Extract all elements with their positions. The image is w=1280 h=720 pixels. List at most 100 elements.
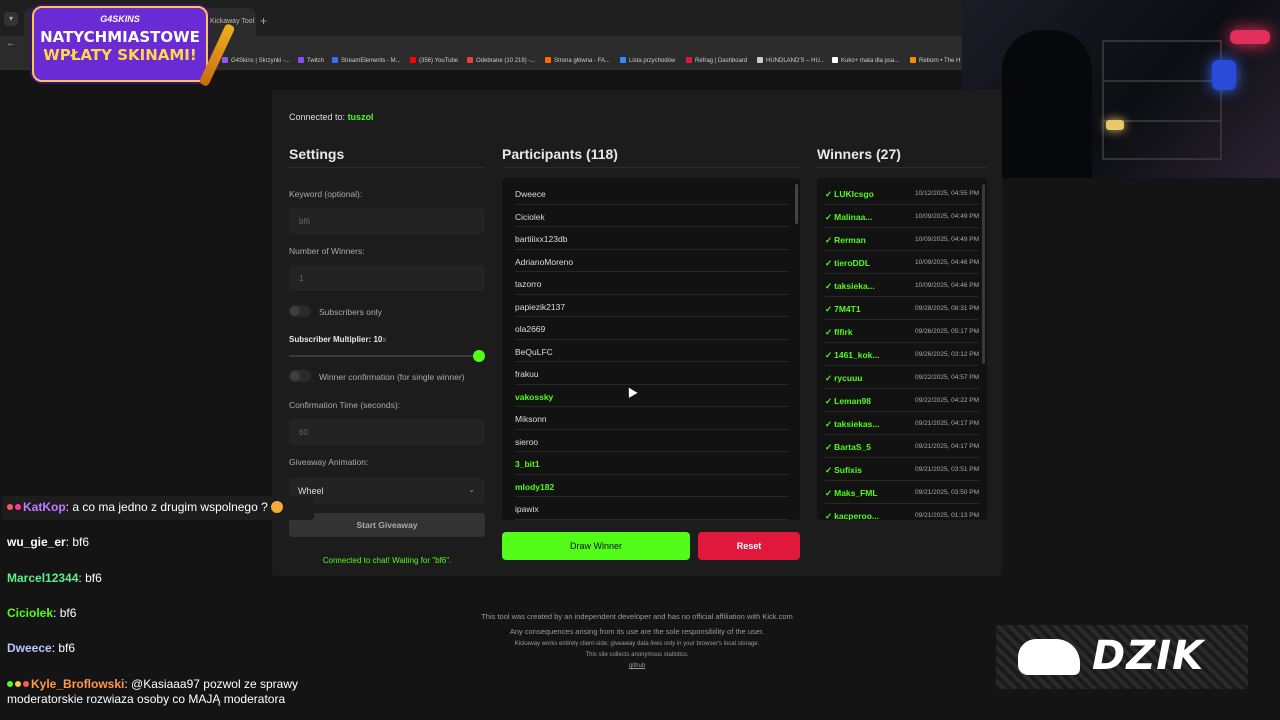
scrollbar[interactable] (982, 184, 985, 364)
winner-date: 09/21/2025, 04:17 PM (915, 443, 979, 450)
bookmark-item[interactable]: Kuko+ mata dla psa... (832, 57, 899, 64)
bookmark-favicon-icon (910, 57, 916, 63)
check-icon: ✓ (825, 442, 833, 452)
chat-username[interactable]: wu_gie_er (7, 535, 66, 549)
winner-name: ✓ kacperoo... (825, 511, 883, 520)
winners-count-input[interactable]: 1 (289, 265, 485, 291)
footer-responsibility: Any consequences arising from its use ar… (509, 627, 765, 636)
chat-username[interactable]: Ciciolek (7, 606, 53, 620)
participant-row: tazorro (515, 272, 789, 295)
chat-text: a co ma jedno z drugim wspolnego ? (72, 500, 268, 514)
draw-winner-button[interactable]: Draw Winner (502, 532, 690, 560)
winner-date: 10/09/2025, 04:49 PM (915, 236, 979, 243)
bookmark-label: Kuko+ mata dla psa... (841, 58, 900, 64)
winner-name-text: kacperoo... (834, 511, 880, 520)
winner-name: ✓ LUKIcsgo (825, 189, 883, 200)
multiplier-text: Subscriber Multiplier: 10 (289, 335, 383, 344)
bookmark-item[interactable]: Reborn • The H (910, 57, 960, 64)
winner-row: ✓ rycuuu 09/22/2025, 04:57 PM (825, 366, 979, 389)
bookmark-item[interactable]: Twitch (298, 57, 324, 64)
chat-badge-icon (7, 504, 13, 510)
winner-name: ✓ taksieka... (825, 281, 883, 292)
neon-light (1230, 30, 1270, 44)
check-icon: ✓ (825, 281, 833, 291)
winner-name: ✓ 7M4T1 (825, 304, 883, 315)
bookmark-item[interactable]: StreamElements - M... (332, 57, 401, 64)
chat-message: Marcel12344: bf6 (7, 571, 102, 585)
scrollbar[interactable] (795, 184, 798, 224)
winner-date: 09/21/2025, 03:50 PM (915, 489, 979, 496)
settings-title: Settings (289, 146, 345, 162)
confirmation-time-input[interactable]: 60 (289, 419, 485, 445)
winner-name-text: Maks_FML (834, 488, 878, 498)
divider (289, 167, 485, 168)
animation-value: Wheel (298, 486, 324, 496)
animation-select[interactable]: Wheel ⌄ (289, 478, 485, 504)
chat-message: KatKop: a co ma jedno z drugim wspolnego… (7, 500, 283, 514)
subscribers-only-label: Subscribers only (319, 307, 382, 317)
dzik-logo: DZIK (996, 625, 1248, 689)
new-tab-icon[interactable]: + (260, 14, 267, 28)
winner-date: 10/12/2025, 04:55 PM (915, 190, 979, 197)
tab-menu-icon[interactable]: ▾ (4, 12, 18, 26)
bookmark-favicon-icon (757, 57, 763, 63)
winner-name-text: 1461_kok... (834, 350, 880, 360)
confirmation-time-label: Confirmation Time (seconds): (289, 400, 401, 410)
winner-confirmation-toggle[interactable] (289, 370, 311, 382)
bookmark-item[interactable]: G4Skins | Skrzynki -... (222, 57, 290, 64)
check-icon: ✓ (825, 396, 833, 406)
bookmark-item[interactable]: Lista przychodów (620, 57, 675, 64)
bookmark-label: Refrag | Dashboard (695, 58, 748, 64)
participant-row: BeQuLFC (515, 340, 789, 362)
multiplier-label: Subscriber Multiplier: 10x (289, 335, 386, 344)
back-arrow-icon[interactable]: ← (6, 38, 16, 49)
chevron-down-icon: ⌄ (468, 485, 475, 494)
bookmark-item[interactable]: Refrag | Dashboard (686, 57, 747, 64)
chat-text: bf6 (72, 535, 90, 549)
winner-date: 09/21/2025, 03:51 PM (915, 466, 979, 473)
promo-brand: G4SKINS (100, 14, 140, 24)
chat-status: Connected to chat! Waiting for "bf6". (322, 556, 452, 565)
check-icon: ✓ (825, 465, 833, 475)
bookmark-item[interactable]: Odebrane (10 219) -... (467, 57, 535, 64)
keyword-input[interactable]: bf6 (289, 208, 485, 234)
check-icon: ✓ (825, 327, 833, 337)
participant-row: papiezik2137 (515, 295, 789, 317)
reset-button[interactable]: Reset (698, 532, 800, 560)
participants-list[interactable]: Dweece Ciciolek bartiiixx123db AdrianoMoren… (502, 178, 800, 520)
participants-title: Participants (118) (502, 146, 618, 162)
subscribers-only-toggle[interactable] (289, 305, 311, 317)
winner-name: ✓ Leman98 (825, 396, 883, 407)
check-icon: ✓ (825, 258, 833, 268)
bookmark-item[interactable]: (356) YouTube (410, 57, 458, 64)
chat-username[interactable]: KatKop (23, 500, 66, 514)
shelf-graphic (1102, 40, 1222, 160)
multiplier-slider[interactable] (289, 350, 485, 362)
chat-username[interactable]: Kyle_Broflowski (31, 677, 124, 691)
streamer-silhouette (1002, 30, 1092, 178)
winner-row: ✓ taksieka... 10/09/2025, 04:46 PM (825, 274, 979, 297)
check-icon: ✓ (825, 373, 833, 383)
bookmark-item[interactable]: HUNDLAND'S – HU... (757, 57, 825, 64)
winners-list[interactable]: ✓ LUKIcsgo 10/12/2025, 04:55 PM ✓ Malinaa...… (817, 178, 987, 520)
check-icon: ✓ (825, 488, 833, 498)
github-link[interactable]: github (272, 663, 1002, 669)
participant-row: frakuu (515, 362, 789, 385)
winner-date: 10/09/2025, 04:49 PM (915, 213, 979, 220)
shelf-graphic (1102, 80, 1222, 82)
start-giveaway-button[interactable]: Start Giveaway (289, 513, 485, 537)
winner-name: ✓ Rerman (825, 235, 883, 246)
winner-name-text: LUKIcsgo (834, 189, 874, 199)
logo-text: DZIK (1092, 633, 1205, 679)
promo-line-1: NATYCHMIASTOWE (40, 28, 200, 46)
slider-thumb[interactable] (473, 350, 485, 362)
bookmark-label: Twitch (307, 58, 325, 64)
chat-text: moderatorskie rozwiaza osoby co MAJĄ mod… (7, 692, 286, 706)
chat-username[interactable]: Dweece (7, 641, 52, 655)
winner-date: 10/09/2025, 04:46 PM (915, 259, 979, 266)
winner-confirmation-label: Winner confirmation (for single winner) (319, 372, 465, 382)
chat-username[interactable]: Marcel12344 (7, 571, 78, 585)
winner-row: ✓ flfirk 09/26/2025, 05:17 PM (825, 320, 979, 343)
bookmark-item[interactable]: Strona główna - FA... (545, 57, 610, 64)
winner-row: ✓ kacperoo... 09/21/2025, 01:13 PM (825, 504, 979, 520)
